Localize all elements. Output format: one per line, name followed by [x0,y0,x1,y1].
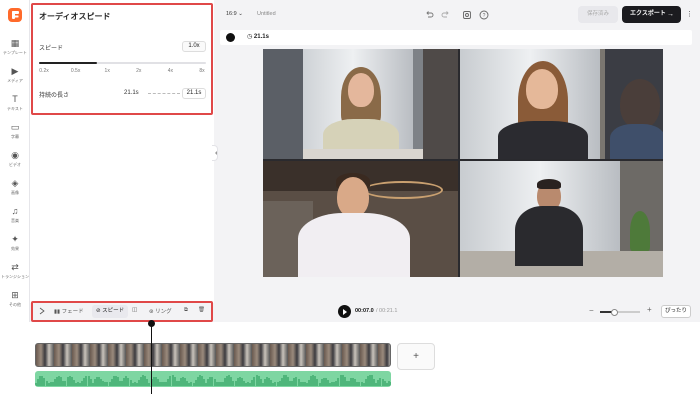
speed-slider-fill [39,62,98,64]
undo-icon[interactable] [424,10,434,20]
delete-icon[interactable]: 🗑 [198,307,205,313]
background-color-swatch[interactable] [226,33,235,42]
playhead-handle[interactable] [148,320,155,327]
speed-value-input[interactable]: 1.0x [182,41,206,52]
video-clip-track[interactable] [35,343,391,367]
video-tile-4 [460,161,663,277]
text-icon: T [12,94,18,104]
speed-label: スピード [39,46,64,52]
current-time: 00:07.0 [355,308,374,314]
svg-text:?: ? [483,13,486,19]
speed-slider[interactable] [39,62,206,64]
duration-arrow [148,93,180,94]
loop-icon: ⊛ [149,309,154,315]
arrow-right-icon: → [667,11,674,18]
project-title[interactable]: Untitled [257,11,276,17]
speed-icon: ⊘ [96,308,101,314]
sidebar-item-video[interactable]: ◉ ビデオ [0,150,30,168]
play-button[interactable] [338,305,351,318]
speed-tick-label: 4x [167,68,174,74]
screenshot-icon[interactable] [462,10,472,20]
sidebar-item-label: トランジション [1,274,29,279]
video-tile-2 [460,49,663,159]
volume-icon[interactable]: ◫ [132,307,137,313]
video-tile-3 [263,161,458,277]
split-icon[interactable] [38,307,46,315]
canvas-options-bar [220,30,692,45]
speed-tool-label: スピード [102,308,125,314]
transition-icon: ⇄ [11,262,19,272]
clock-icon: ◷ [247,34,253,40]
export-label: エクスポート [630,11,666,17]
template-icon: ▦ [10,38,20,48]
help-icon[interactable]: ? [479,10,489,20]
sidebar-item-label: テキスト [7,106,23,111]
speed-tick-label: 0.5x [70,68,81,74]
speed-tick-label: 2x [136,68,142,74]
subtitle-icon: ▭ [10,122,20,132]
more-menu-icon[interactable]: ⋮ [686,10,693,18]
sidebar-item-transition[interactable]: ⇄ トランジション [0,262,30,280]
canvas-duration[interactable]: ◷ 21.1s [247,33,269,40]
playhead[interactable] [151,322,152,394]
sidebar-item-effects[interactable]: ✦ 効果 [0,234,30,252]
sidebar-item-label: 字幕 [11,134,19,139]
sidebar-item-text[interactable]: T テキスト [0,94,30,112]
sidebar-item-template[interactable]: ▦ テンプレート [0,38,30,56]
speed-tick-label: 8x [199,68,205,74]
audio-clip-track[interactable] [35,371,391,387]
export-button[interactable]: エクスポート → [622,6,681,23]
app-logo[interactable] [8,8,22,22]
video-icon: ◉ [11,150,19,160]
sidebar-item-label: テンプレート [3,50,27,55]
redo-icon[interactable] [441,10,451,20]
sidebar-item-media[interactable]: ▶ メディア [0,66,30,84]
total-time: / 00:21.1 [376,308,398,314]
waveform-bar [389,382,391,386]
effects-icon: ✦ [11,234,19,244]
fit-to-screen-button[interactable]: ぴったり [661,305,691,318]
zoom-out-icon[interactable]: − [589,306,594,315]
sidebar-item-image[interactable]: ◈ 画像 [0,178,30,196]
duration-to-input[interactable]: 21.1s [182,88,206,99]
fade-icon: ▮▮ [54,309,61,315]
fade-button[interactable]: ▮▮ フェード [54,307,84,315]
speed-tool-button[interactable]: ⊘ スピード [92,305,129,318]
video-tile-1 [263,49,458,159]
chevron-down-icon: ⌄ [238,11,243,17]
speed-ticks: 0.2x 0.5x 1x 2x 4x 8x [37,68,209,76]
more-icon: ⊞ [11,290,19,300]
duration-from: 21.1s [124,90,139,96]
speed-tick-label: 1x [104,68,110,74]
loop-label: リング [155,309,172,315]
sidebar-item-label: ビデオ [9,162,21,167]
copy-icon[interactable]: ⧉ [184,307,188,314]
sidebar-item-more[interactable]: ⊞ その他 [0,290,30,308]
aspect-ratio-select[interactable]: 16:9 ⌄ [226,11,243,17]
video-preview[interactable] [263,49,663,277]
sidebar-item-label: 効果 [11,246,19,251]
sidebar-item-label: メディア [7,78,23,83]
sidebar-item-label: 音楽 [11,218,19,223]
music-icon: ♫ [11,206,19,216]
sidebar-item-subtitle[interactable]: ▭ 字幕 [0,122,30,140]
fade-label: フェード [61,309,84,315]
duration-label: 持続の長さ [39,93,70,99]
image-icon: ◈ [11,178,19,188]
add-clip-button[interactable]: + [397,343,435,370]
media-icon: ▶ [11,66,19,76]
save-status-button[interactable]: 保存済み [578,6,618,23]
zoom-slider-handle[interactable] [610,308,618,316]
zoom-in-icon[interactable]: + [647,305,652,314]
panel-title: オーディオスピード [39,12,111,21]
canvas-duration-label: 21.1s [253,34,269,40]
sidebar-item-label: その他 [9,302,21,307]
collapse-panel-button[interactable] [212,145,218,161]
aspect-ratio-label: 16:9 [226,11,237,17]
loop-button[interactable]: ⊛ リング [149,307,172,315]
sidebar-item-label: 画像 [11,190,19,195]
sidebar-item-music[interactable]: ♫ 音楽 [0,206,30,224]
zoom-slider[interactable] [600,308,640,316]
speed-tick-label: 0.2x [39,68,49,74]
